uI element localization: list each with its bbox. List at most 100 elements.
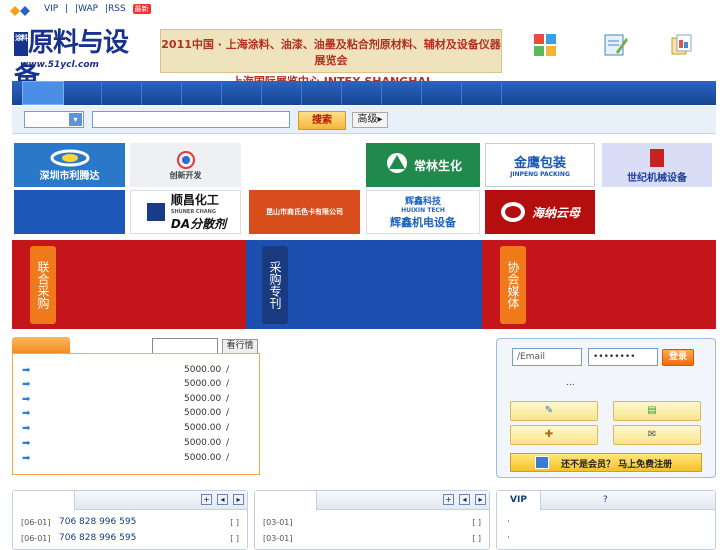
list-item[interactable]: ➡ 5000.00 / [22,393,242,407]
document-icon: ▤ [647,405,657,416]
plus-icon[interactable]: + [443,494,454,505]
ad-text: 辉鑫机电设备 [390,216,456,229]
panel-tab[interactable] [13,491,75,510]
vip-link[interactable]: VIP [44,4,58,14]
joint-purchase-tag: 联合采购 [30,246,56,324]
advanced-search-button[interactable]: 高级▸ [352,112,388,128]
logo-box: 涂料 [14,32,28,56]
list-item[interactable]: ➡ 5000.00 / [22,407,242,421]
next-icon[interactable]: ▸ [475,494,486,505]
separator: / [226,394,230,404]
register-button[interactable]: 还不是会员？ 马上免费注册 [510,453,702,472]
ad-huixin[interactable]: 辉鑫科技 HUIXIN TECH 辉鑫机电设备 [366,190,480,234]
panel-joint-purchase[interactable]: 联合采购 [12,240,246,329]
news-panel-left: + ◂ ▸ [06-01] 706 828 996 595 [ ] [06-01… [12,490,248,550]
nav-item[interactable] [302,81,342,105]
date: [06-01] [21,518,51,527]
ad-text: 金鹰包装 [513,156,566,171]
list-item[interactable]: ➡ 5000.00 / [22,364,242,378]
quick-button-message[interactable]: ✉ [613,425,701,445]
nav-item-home[interactable] [22,81,64,105]
new-badge: 最新 [132,4,151,14]
ad-subtext: JINPENG PACKING [510,171,570,178]
panel-header: + ◂ ▸ [13,491,247,510]
list-item[interactable]: ➡ 5000.00 / [22,437,242,451]
nav-item[interactable] [422,81,462,105]
date: [03-01] [263,534,293,543]
quick-button-tools[interactable]: ✚ [510,425,598,445]
notepad-icon[interactable] [602,32,628,58]
ad-changlin[interactable]: 常林生化 [366,143,480,187]
ad-text: 常林生化 [413,158,462,173]
panel-tab[interactable] [255,491,317,510]
ad-chuangxin[interactable]: 创新开发 [130,143,241,187]
view-quotes-button[interactable]: 看行情 [222,339,258,354]
bracket: [ ] [230,534,239,543]
nav-item[interactable] [462,81,502,105]
logo-brand: 涂料原料与设备 [14,26,140,92]
quote-input[interactable] [152,338,218,354]
nav-item[interactable] [64,81,102,105]
bullet: · [507,533,510,543]
list-item[interactable]: ➡ 5000.00 / [22,378,242,392]
next-icon[interactable]: ▸ [233,494,244,505]
ad-blank-blue[interactable] [14,190,125,234]
nav-item[interactable] [342,81,382,105]
nav-item[interactable] [102,81,142,105]
panel-association-media[interactable]: 协会媒体 [482,240,716,329]
expo-banner[interactable]: 2011中国 · 上海涂料、油漆、油墨及粘合剂原材料、辅材及设备仪器展览会 上海… [160,29,502,88]
quick-button-publish[interactable]: ✎ [510,401,598,421]
site-logo[interactable]: 涂料原料与设备 www.51ycl.com [14,26,140,92]
phone-number[interactable]: 706 828 996 595 [59,533,136,543]
trade-tab[interactable] [12,337,70,354]
login-links[interactable]: ... [566,378,575,388]
nav-item[interactable] [262,81,302,105]
email-field[interactable]: /Email [512,348,582,366]
search-input[interactable] [92,111,290,128]
bracket: [ ] [230,518,239,527]
phone-number[interactable]: 706 828 996 595 [59,517,136,527]
puzzle-icon[interactable] [532,32,558,58]
ad-jinpeng[interactable]: 金鹰包装 JINPENG PACKING [485,143,595,187]
nav-item[interactable] [142,81,182,105]
nav-item[interactable] [222,81,262,105]
ad-logo-icon [146,203,165,221]
ad-shunchang[interactable]: 顺昌化工 SHUNER CHANG DA分散剂 [130,190,241,234]
ad-litengda[interactable]: 深圳市利腾达 [14,143,125,187]
list-item[interactable]: [06-01] 706 828 996 595 [ ] [21,517,239,531]
wap-link[interactable]: |WAP [75,4,98,14]
nav-item[interactable] [382,81,422,105]
price: 5000.00 [184,365,222,375]
list-item[interactable]: ➡ 5000.00 / [22,452,242,466]
top-links: VIP | |WAP |RSS 最新 [44,4,155,14]
ad-shiji[interactable]: 世纪机械设备 [602,143,712,187]
ad-text: 顺昌化工 [170,193,219,207]
prev-icon[interactable]: ◂ [459,494,470,505]
panel-purchase-journal[interactable]: 采购专刊 [246,240,482,329]
tab-help[interactable]: ? [603,495,608,505]
wrench-icon: ✚ [544,429,554,440]
bracket: [ ] [472,518,481,527]
purchase-journal-tag: 采购专刊 [262,246,288,324]
register-text: 还不是会员？ 马上免费注册 [561,460,673,470]
arrow-right-icon: ➡ [22,365,31,376]
nav-item[interactable] [182,81,222,105]
quick-button-manage[interactable]: ▤ [613,401,701,421]
ad-kunshan[interactable]: 昆山市商氏色卡有限公司 [249,190,360,234]
search-button[interactable]: 搜索 [298,111,346,130]
category-select[interactable]: ▾ [24,111,84,128]
price: 5000.00 [184,408,222,418]
arrow-right-icon: ➡ [22,379,31,390]
rss-link[interactable]: |RSS [105,4,126,14]
password-field[interactable]: •••••••• [588,348,658,366]
tab-vip[interactable]: VIP [497,491,541,510]
chevron-down-icon[interactable]: ▾ [69,113,82,126]
documents-icon[interactable] [668,32,694,58]
prev-icon[interactable]: ◂ [217,494,228,505]
login-button[interactable]: 登录 [662,349,694,366]
list-item[interactable]: [03-01] [ ] [263,517,481,531]
list-item[interactable]: ➡ 5000.00 / [22,422,242,436]
plus-icon[interactable]: + [201,494,212,505]
ad-haina[interactable]: 海纳云母 [485,190,595,234]
arrow-right-icon: ➡ [22,408,31,419]
